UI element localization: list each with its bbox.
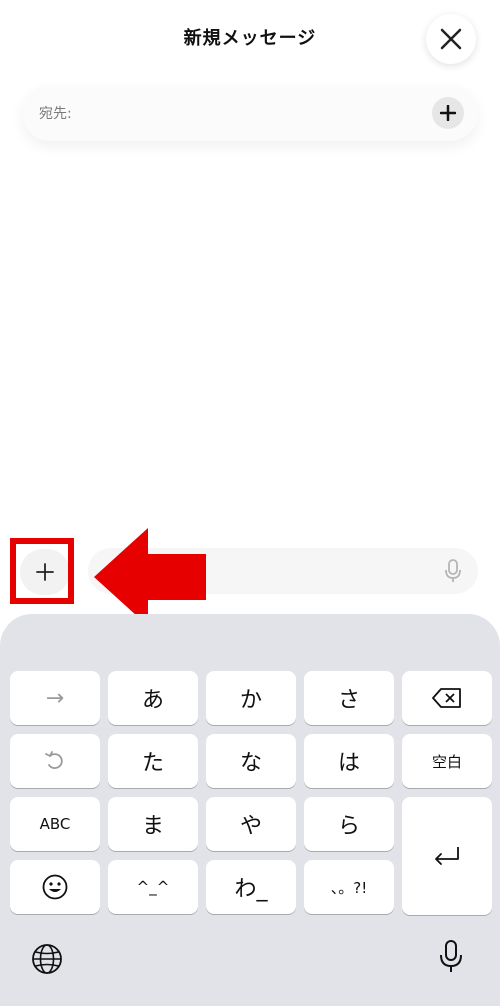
globe-icon <box>32 944 62 974</box>
microphone-icon <box>440 940 462 972</box>
key-kaomoji[interactable]: ^_^ <box>108 860 198 914</box>
page-title: 新規メッセージ <box>183 28 317 49</box>
key-punctuation[interactable]: 、。?! <box>304 860 394 914</box>
recipient-label: 宛先: <box>39 106 72 122</box>
key-ra[interactable]: ら <box>304 797 394 851</box>
globe-button[interactable] <box>30 942 64 976</box>
recipient-field[interactable]: 宛先: <box>22 85 478 141</box>
key-space[interactable]: 空白 <box>402 734 492 788</box>
dictation-button[interactable] <box>440 558 466 584</box>
key-ma[interactable]: ま <box>108 797 198 851</box>
key-ya[interactable]: や <box>206 797 296 851</box>
add-recipient-button[interactable] <box>432 97 464 129</box>
key-ta[interactable]: た <box>108 734 198 788</box>
key-wa[interactable]: わ_ <box>206 860 296 914</box>
annotation-arrow <box>94 528 206 626</box>
backspace-icon <box>432 688 461 708</box>
emoji-icon <box>42 874 68 900</box>
key-ha[interactable]: は <box>304 734 394 788</box>
undo-icon <box>45 751 63 769</box>
key-emoji[interactable] <box>10 860 100 914</box>
plus-icon <box>440 105 456 121</box>
key-a[interactable]: あ <box>108 671 198 725</box>
keyboard: → あ か さ た な は 空白 ABC ま や ら ^_^ わ_ 、。?! <box>0 614 500 1006</box>
key-next[interactable]: → <box>10 671 100 725</box>
key-backspace[interactable] <box>402 671 492 725</box>
key-ka[interactable]: か <box>206 671 296 725</box>
key-na[interactable]: な <box>206 734 296 788</box>
microphone-icon <box>445 559 461 582</box>
key-abc[interactable]: ABC <box>10 797 100 851</box>
keyboard-dictation-button[interactable] <box>434 940 468 974</box>
key-return[interactable] <box>402 797 492 915</box>
close-icon <box>440 28 462 50</box>
key-sa[interactable]: さ <box>304 671 394 725</box>
header: 新規メッセージ <box>0 0 500 80</box>
highlight-box <box>10 538 74 604</box>
close-button[interactable] <box>426 14 476 64</box>
key-undo[interactable] <box>10 734 100 788</box>
return-icon <box>435 847 459 865</box>
